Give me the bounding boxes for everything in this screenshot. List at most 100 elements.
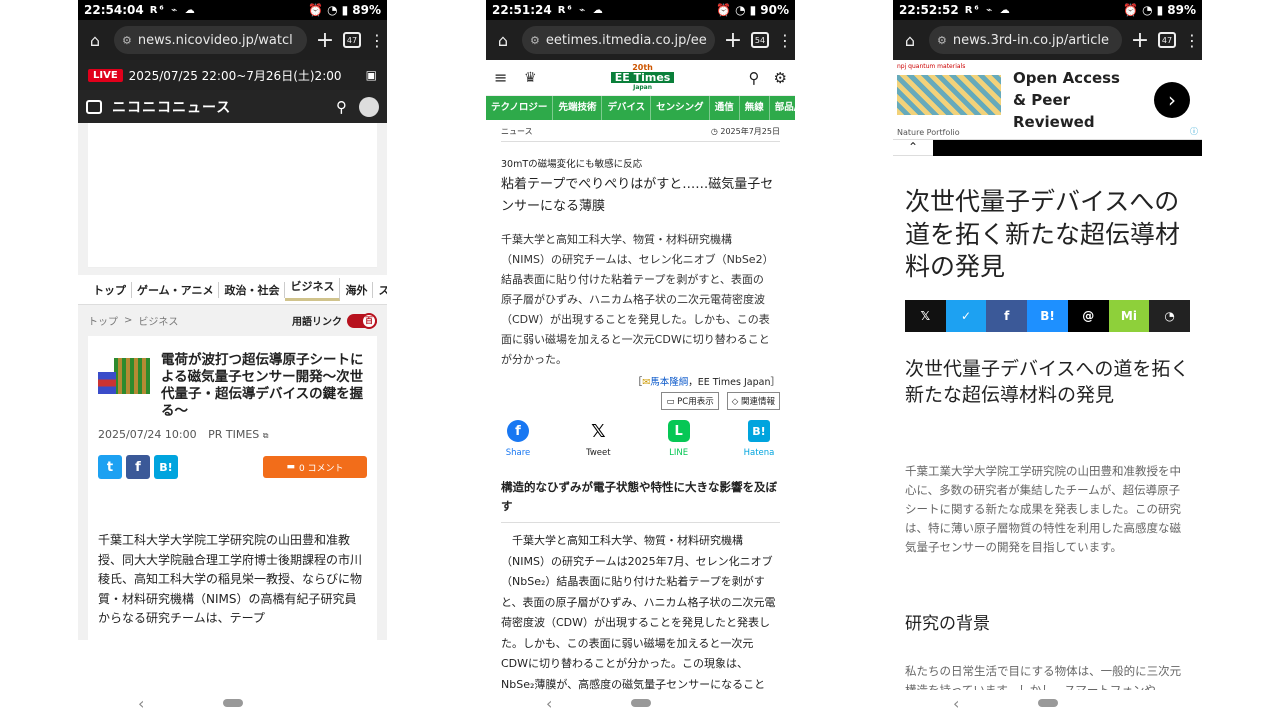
site-settings-icon[interactable]: ⚙ <box>937 34 947 47</box>
breadcrumb-top[interactable]: トップ <box>88 313 118 328</box>
chevron-up-icon[interactable]: ⌃ <box>893 140 933 156</box>
tab-sports[interactable]: スポ <box>373 282 387 298</box>
address-bar[interactable]: ⚙ news.3rd-in.co.jp/article <box>929 26 1122 54</box>
clock-icon: ◷ <box>710 127 721 136</box>
article-card: 電荷が波打つ超伝導原子シートによる磁気量子センサー開発～次世代量子・超伝導デバイ… <box>88 336 377 640</box>
tab-top[interactable]: トップ <box>88 281 132 298</box>
home-icon[interactable]: ⌂ <box>84 31 106 50</box>
battery-level: 89% <box>352 3 381 17</box>
home-icon[interactable]: ⌂ <box>899 31 921 50</box>
author-prefix: ［ <box>632 377 643 388</box>
home-icon[interactable]: ⌂ <box>492 31 514 50</box>
pc-view-button[interactable]: ▭ PC用表示 <box>661 392 719 410</box>
menu-tv-icon[interactable] <box>86 99 102 114</box>
tab-switcher-button[interactable]: 54 <box>751 32 769 48</box>
menu-icon[interactable]: ≡ <box>494 68 514 87</box>
x-share-button[interactable]: 𝕏 Tweet <box>581 420 615 458</box>
tv-icon: ▣ <box>365 68 377 82</box>
black-strip <box>933 140 1202 156</box>
site-logo[interactable]: ニコニコニュース <box>112 97 231 117</box>
tab-overseas[interactable]: 海外 <box>340 281 374 298</box>
home-pill[interactable] <box>1037 699 1058 707</box>
tab-business[interactable]: ビジネス <box>285 278 341 301</box>
url-text: news.3rd-in.co.jp/article <box>952 32 1109 48</box>
related-info-button[interactable]: ◇ 関連情報 <box>726 392 780 410</box>
battery-level: 89% <box>1167 3 1196 17</box>
alarm-icon: ⏰ <box>308 3 324 17</box>
tab-wireless[interactable]: 無線 <box>740 96 770 120</box>
ad-info-icon[interactable]: ⓘ <box>1190 126 1198 137</box>
tab-game-anime[interactable]: ゲーム・アニメ <box>132 281 220 298</box>
site-settings-icon[interactable]: ⚙ <box>122 34 132 47</box>
crown-icon[interactable]: ♛ <box>524 70 537 86</box>
new-tab-icon[interactable]: + <box>315 28 335 53</box>
comment-button[interactable]: ▬ 0 コメント <box>263 456 367 478</box>
author-suffix: ，EE Times Japan］ <box>688 377 780 388</box>
more-menu-icon[interactable]: ⋮ <box>777 31 793 50</box>
hatena-share-icon[interactable]: B! <box>1027 299 1068 332</box>
phone-3rdin: 22:52:52 R⁶ ⌁ ☁ ⏰ ◔ ▮ 89% ⌂ ⚙ news.3rd-in.co… <box>893 0 1202 720</box>
comment-label: 0 コメント <box>298 463 344 474</box>
new-tab-icon[interactable]: + <box>723 28 743 53</box>
twitter-share-icon[interactable]: t <box>98 455 122 479</box>
tab-technology[interactable]: テクノロジー <box>486 96 554 120</box>
line-share-label: LINE <box>669 448 689 458</box>
hatena-share-button[interactable]: B! Hatena <box>742 420 776 458</box>
avatar[interactable] <box>359 96 379 117</box>
site-logo[interactable]: 20th EE Times Japan <box>610 63 675 92</box>
breadcrumb-business[interactable]: ビジネス <box>138 313 178 328</box>
x-share-icon[interactable]: 𝕏 <box>905 299 946 332</box>
more-menu-icon[interactable]: ⋮ <box>369 31 385 50</box>
tab-advanced[interactable]: 先端技術 <box>553 96 603 120</box>
facebook-icon: f <box>507 420 529 442</box>
back-icon[interactable]: ‹ <box>138 694 144 713</box>
back-icon[interactable]: ‹ <box>546 694 552 713</box>
tab-comm[interactable]: 通信 <box>710 96 740 120</box>
facebook-share-button[interactable]: f Share <box>501 420 535 458</box>
tab-switcher-button[interactable]: 47 <box>343 32 361 48</box>
facebook-share-icon[interactable]: f <box>126 455 150 479</box>
tab-sensing[interactable]: センシング <box>651 96 710 120</box>
address-bar[interactable]: ⚙ eetimes.itmedia.co.jp/ee <box>522 26 715 54</box>
hatena-share-icon[interactable]: B! <box>154 455 178 479</box>
address-bar[interactable]: ⚙ news.nicovideo.jp/watcl <box>114 26 307 54</box>
more-menu-icon[interactable]: ⋮ <box>1184 31 1200 50</box>
comment-icon: ▬ <box>286 462 295 472</box>
home-pill[interactable] <box>222 699 243 707</box>
ad-collapse-bar: ⌃ <box>893 140 1202 156</box>
bluesky-share-icon[interactable]: ✓ <box>945 299 987 332</box>
settings-gear-icon[interactable]: ⚙ <box>774 69 787 87</box>
article-intro: 千葉工業大学大学院工学研究院の山田豊和准教授を中心に、多数の研究者が集結したチー… <box>905 463 1181 554</box>
search-icon[interactable]: ⚲ <box>336 98 347 116</box>
back-icon[interactable]: ‹ <box>953 694 959 713</box>
site-settings-icon[interactable]: ⚙ <box>530 34 540 47</box>
tab-device[interactable]: デバイス <box>602 96 652 120</box>
tab-politics[interactable]: 政治・社会 <box>219 281 286 298</box>
battery-icon: ▮ <box>749 3 757 17</box>
term-link-control[interactable]: 用語リンク 百 <box>292 312 377 329</box>
new-tab-icon[interactable]: + <box>1130 28 1150 53</box>
arrow-right-icon[interactable]: › <box>1154 82 1190 118</box>
notification-icons: R⁶ ⌁ ☁ <box>149 4 197 16</box>
article-subhead: 30mTの磁場変化にも敏感に反応 <box>501 159 643 170</box>
ad-banner[interactable]: npj quantum materials Nature Portfolio O… <box>893 60 1202 140</box>
article-date: 2025年7月25日 <box>720 127 780 136</box>
view-buttons: ▭ PC用表示 ◇ 関連情報 <box>501 392 780 410</box>
article-subtitle: 次世代量子デバイスへの道を拓く新たな超伝導材料の発見 <box>905 357 1190 406</box>
misskey-share-icon[interactable]: Mi <box>1108 299 1150 332</box>
term-link-toggle[interactable]: 百 <box>347 312 377 329</box>
status-bar: 22:51:24 R⁶ ⌁ ☁ ⏰ ◔ ▮ 90% <box>486 0 795 20</box>
live-banner[interactable]: LIVE 2025/07/25 22:00~7月26日(土)2:00 ▣ <box>78 60 387 90</box>
tab-parts[interactable]: 部品/材 <box>770 96 795 120</box>
browser-toolbar: ⌂ ⚙ news.nicovideo.jp/watcl + 47 ⋮ <box>78 20 387 60</box>
home-pill[interactable] <box>630 699 651 707</box>
mastodon-share-icon[interactable]: ◔ <box>1149 299 1191 332</box>
author-name[interactable]: 馬本隆綱 <box>650 377 688 388</box>
search-icon[interactable]: ⚲ <box>749 69 760 87</box>
threads-share-icon[interactable]: @ <box>1067 299 1109 332</box>
article-thumbnail[interactable] <box>98 352 153 407</box>
facebook-share-icon[interactable]: f <box>986 299 1028 332</box>
tab-switcher-button[interactable]: 47 <box>1158 32 1176 48</box>
line-share-button[interactable]: L LINE <box>662 420 696 458</box>
article-source[interactable]: PR TIMES <box>208 428 259 441</box>
